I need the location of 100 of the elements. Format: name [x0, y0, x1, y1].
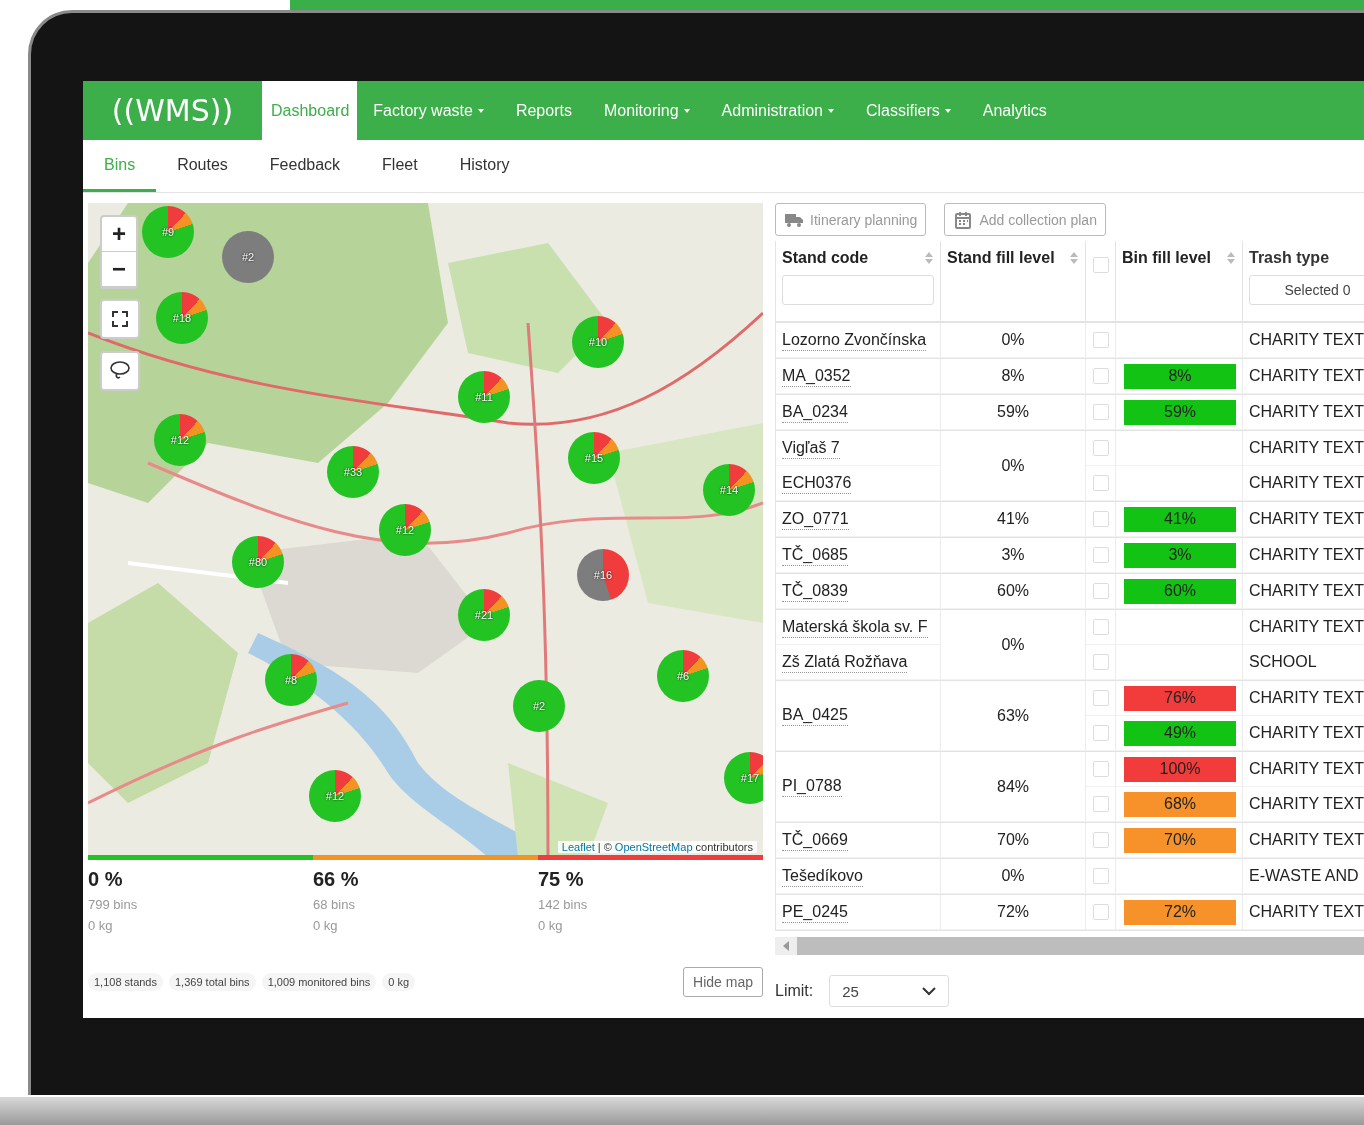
checkbox[interactable] — [1092, 654, 1109, 670]
legend-percent: 0 % — [88, 868, 124, 891]
legend-percent: 66 % — [313, 868, 360, 891]
checkbox[interactable] — [1092, 690, 1109, 706]
trash-type: CHARITY TEXT — [1249, 439, 1364, 457]
stand-fill-level: 41% — [997, 510, 1029, 528]
checkbox[interactable] — [1092, 404, 1109, 420]
filter-select[interactable]: Selected 0 — [1249, 275, 1364, 305]
trash-type: CHARITY TEXT — [1249, 403, 1364, 421]
stand-code-link[interactable]: BA_0234 — [782, 401, 848, 423]
sort-icon — [1069, 251, 1079, 265]
column-header[interactable]: Stand code — [782, 249, 869, 267]
nav-tab[interactable]: Factory waste — [357, 81, 500, 140]
trash-type: CHARITY TEXT — [1249, 546, 1364, 564]
fill-level-bar: 76% — [1124, 685, 1236, 711]
nav-tab[interactable]: Classifiers — [850, 81, 967, 140]
stand-fill-level: 0% — [1001, 331, 1025, 349]
stand-fill-level: 59% — [997, 403, 1029, 421]
horizontal-scrollbar[interactable] — [775, 937, 1364, 955]
checkbox[interactable] — [1092, 904, 1109, 920]
lasso-button[interactable] — [100, 351, 140, 391]
stand-code-link[interactable]: Lozorno Zvončínska — [782, 329, 927, 351]
logo[interactable]: ((WMS)) — [83, 81, 262, 140]
trash-type: CHARITY TEXT — [1249, 724, 1364, 742]
checkbox[interactable] — [1092, 440, 1109, 456]
sub-tab[interactable]: Bins — [83, 140, 157, 192]
stand-fill-level: 72% — [997, 903, 1029, 921]
checkbox[interactable] — [1092, 583, 1109, 599]
sub-tab[interactable]: History — [438, 140, 531, 192]
summary-chip: 1,369 total bins — [169, 973, 256, 991]
checkbox[interactable] — [1092, 796, 1109, 812]
limit-select[interactable]: 25 — [829, 975, 950, 1007]
sub-tab[interactable]: Fleet — [361, 140, 439, 192]
checkbox[interactable] — [1092, 257, 1109, 273]
fill-level-bar: 68% — [1124, 791, 1236, 817]
stand-fill-level: 84% — [997, 777, 1029, 796]
checkbox[interactable] — [1092, 832, 1109, 848]
checkbox[interactable] — [1092, 368, 1109, 384]
stand-code-link[interactable]: PI_0788 — [782, 776, 842, 797]
stand-code-link[interactable]: ECH0376 — [782, 472, 852, 494]
trash-type: CHARITY TEXT — [1249, 795, 1364, 813]
stand-fill-level: 3% — [1001, 546, 1025, 564]
summary-chip: 1,009 monitored bins — [261, 973, 377, 991]
checkbox[interactable] — [1092, 475, 1109, 491]
stand-fill-level: 60% — [997, 582, 1029, 600]
sub-tab[interactable]: Routes — [156, 140, 249, 192]
column-header[interactable]: Bin fill level — [1122, 249, 1211, 267]
trash-type: CHARITY TEXT — [1249, 831, 1364, 849]
nav-tab[interactable]: Dashboard — [262, 81, 358, 140]
trash-type: SCHOOL — [1249, 653, 1317, 671]
checkbox[interactable] — [1092, 725, 1109, 741]
stand-code-link[interactable]: BA_0425 — [782, 705, 848, 726]
hide-map-button[interactable]: Hide map — [683, 967, 763, 997]
stand-code-link[interactable]: TČ_0839 — [782, 580, 848, 602]
trash-type: CHARITY TEXT — [1249, 760, 1364, 778]
legend-weight: 0 kg — [313, 918, 339, 933]
checkbox[interactable] — [1092, 332, 1109, 348]
stand-fill-level: 63% — [997, 706, 1029, 725]
trash-type: CHARITY TEXT — [1249, 331, 1364, 349]
fill-level-bar: 70% — [1124, 827, 1236, 853]
stand-fill-level: 70% — [997, 831, 1029, 849]
checkbox[interactable] — [1092, 761, 1109, 777]
legend-weight: 0 kg — [88, 918, 114, 933]
sub-tab[interactable]: Feedback — [248, 140, 362, 192]
attribution-link[interactable]: OpenStreetMap — [614, 841, 693, 853]
zoom-button[interactable]: + — [102, 217, 136, 252]
stand-code-link[interactable]: Zš Zlatá Rožňava — [782, 651, 908, 673]
nav-tab[interactable]: Monitoring — [587, 81, 706, 140]
fill-level-bar: 3% — [1124, 542, 1236, 568]
zoom-button[interactable]: − — [102, 252, 136, 287]
trash-type: CHARITY TEXT — [1249, 903, 1364, 921]
filter-field[interactable] — [782, 275, 934, 305]
stand-code-link[interactable]: Vigľaš 7 — [782, 437, 840, 459]
fullscreen-icon — [111, 310, 129, 328]
nav-tab[interactable]: Analytics — [966, 81, 1063, 140]
checkbox[interactable] — [1092, 619, 1109, 635]
attribution-link[interactable]: Leaflet — [561, 841, 595, 853]
trash-type: CHARITY TEXT — [1249, 582, 1364, 600]
nav-tab[interactable]: Reports — [499, 81, 588, 140]
fullscreen-button[interactable] — [100, 299, 140, 339]
legend-bins: 799 bins — [88, 897, 139, 912]
stand-code-link[interactable]: Materská škola sv. F — [782, 616, 928, 638]
lasso-icon — [109, 360, 131, 382]
stand-code-link[interactable]: TČ_0669 — [782, 829, 848, 851]
trash-type: E-WASTE AND — [1249, 867, 1359, 885]
stand-code-link[interactable]: PE_0245 — [782, 901, 848, 923]
stand-code-link[interactable]: Tešedíkovo — [782, 865, 863, 887]
column-header[interactable]: Trash type — [1249, 249, 1330, 267]
checkbox[interactable] — [1092, 547, 1109, 563]
stand-fill-level: 0% — [1001, 456, 1025, 475]
fill-level-bar: 100% — [1124, 756, 1236, 782]
checkbox[interactable] — [1092, 511, 1109, 527]
legend-bins: 68 bins — [313, 897, 356, 912]
nav-tab[interactable]: Administration — [705, 81, 850, 140]
checkbox[interactable] — [1092, 868, 1109, 884]
stand-code-link[interactable]: TČ_0685 — [782, 544, 848, 566]
stand-code-link[interactable]: ZO_0771 — [782, 508, 849, 530]
sort-icon — [924, 251, 934, 265]
stand-code-link[interactable]: MA_0352 — [782, 365, 851, 387]
column-header[interactable]: Stand fill level — [947, 249, 1055, 267]
